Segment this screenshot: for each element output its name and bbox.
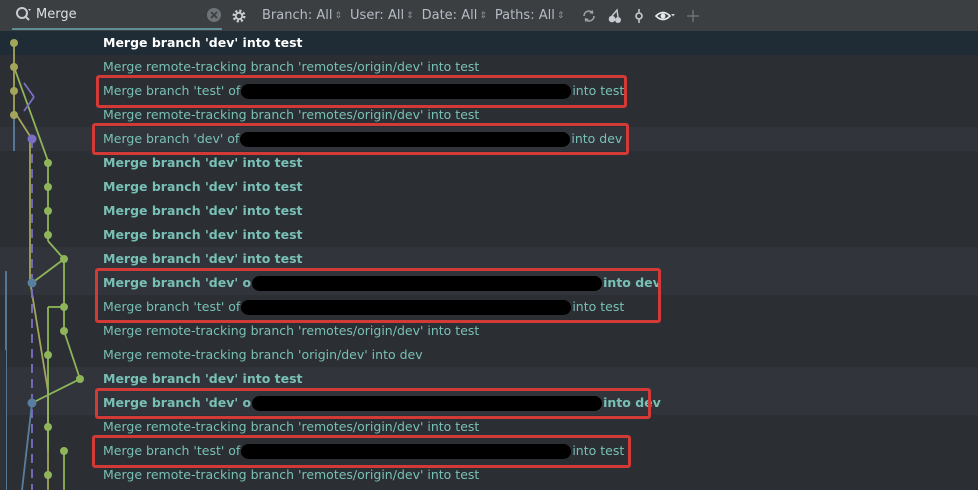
commit-node[interactable] bbox=[44, 159, 52, 167]
commit-message-suffix: into dev bbox=[571, 131, 623, 146]
commit-node[interactable] bbox=[10, 63, 18, 71]
redacted-block bbox=[240, 132, 571, 147]
commit-message: Merge branch 'dev' into test bbox=[103, 203, 303, 218]
commit-node[interactable] bbox=[60, 255, 68, 263]
eye-icon[interactable] bbox=[654, 7, 676, 25]
commit-message: Merge branch 'dev' o bbox=[103, 275, 252, 290]
commit-message: Merge branch 'dev' into test bbox=[103, 35, 303, 50]
commit-row[interactable]: Merge branch 'dev' into test bbox=[0, 367, 978, 391]
commit-row[interactable]: Merge branch 'dev' into test bbox=[0, 199, 978, 223]
commit-node[interactable] bbox=[27, 134, 37, 144]
commit-row[interactable]: Merge remote-tracking branch 'origin/dev… bbox=[0, 343, 978, 367]
commit-message: Merge branch 'dev' into test bbox=[103, 179, 303, 194]
commit-message: Merge branch 'dev' of bbox=[103, 131, 240, 146]
commit-message: Merge branch 'dev' into test bbox=[103, 227, 303, 242]
sort-arrows-icon: ⇕ bbox=[406, 10, 414, 21]
commit-message: Merge branch 'dev' into test bbox=[103, 155, 303, 170]
commit-node[interactable] bbox=[44, 471, 52, 479]
sort-arrows-icon: ⇕ bbox=[479, 10, 487, 21]
commit-message-suffix: into test bbox=[572, 83, 625, 98]
commit-row[interactable]: Merge branch 'dev' into test bbox=[0, 175, 978, 199]
plus-icon[interactable] bbox=[684, 7, 702, 25]
sort-arrows-icon: ⇕ bbox=[556, 10, 565, 21]
redacted-block bbox=[241, 84, 572, 99]
commit-row[interactable]: Merge remote-tracking branch 'remotes/or… bbox=[0, 319, 978, 343]
commit-row[interactable]: Merge branch 'test' of into test bbox=[0, 295, 978, 319]
commit-node[interactable] bbox=[44, 231, 52, 239]
commit-row[interactable]: Merge branch 'dev' of into dev bbox=[0, 127, 978, 151]
filter-branch[interactable]: Branch: All ⇕ bbox=[262, 8, 342, 23]
commit-message: Merge remote-tracking branch 'remotes/or… bbox=[103, 59, 480, 74]
commit-row[interactable]: Merge remote-tracking branch 'remotes/or… bbox=[0, 463, 978, 487]
commit-message: Merge remote-tracking branch 'remotes/or… bbox=[103, 419, 480, 434]
commit-message: Merge branch 'test' of bbox=[103, 443, 241, 458]
commit-row[interactable]: Merge branch 'dev' into test bbox=[0, 223, 978, 247]
commit-node[interactable] bbox=[60, 327, 68, 335]
commit-message: Merge remote-tracking branch 'origin/dev… bbox=[103, 347, 423, 362]
commit-row[interactable]: Merge branch 'dev' into test bbox=[0, 247, 978, 271]
filter-date[interactable]: Date: All ⇕ bbox=[422, 8, 487, 23]
commit-row[interactable]: Merge branch 'dev' into test bbox=[0, 151, 978, 175]
refresh-icon[interactable] bbox=[580, 7, 598, 25]
commit-message-suffix: into test bbox=[572, 443, 625, 458]
commit-row[interactable]: Merge branch 'test' of into test bbox=[0, 79, 978, 103]
commit-node[interactable] bbox=[10, 111, 18, 119]
commit-node[interactable] bbox=[44, 351, 52, 359]
commit-message: Merge branch 'test' of bbox=[103, 83, 241, 98]
commit-message: Merge branch 'dev' into test bbox=[103, 371, 303, 386]
commit-message-suffix: into dev bbox=[603, 395, 661, 410]
redacted-block bbox=[241, 444, 572, 459]
commit-message-suffix: into test bbox=[572, 299, 625, 314]
redacted-block bbox=[252, 396, 603, 411]
commit-node[interactable] bbox=[44, 207, 52, 215]
graph-edge bbox=[31, 258, 65, 284]
commit-node[interactable] bbox=[10, 87, 18, 95]
commit-message: Merge remote-tracking branch 'remotes/or… bbox=[103, 107, 480, 122]
graph-edge bbox=[13, 66, 49, 162]
redacted-block bbox=[241, 300, 572, 315]
graph-edge bbox=[63, 330, 81, 380]
sort-arrows-icon: ⇕ bbox=[334, 10, 343, 21]
search-box[interactable] bbox=[12, 2, 222, 30]
commit-node[interactable] bbox=[60, 447, 68, 455]
commit-message: Merge remote-tracking branch 'remotes/or… bbox=[103, 467, 480, 482]
commit-row[interactable]: Merge remote-tracking branch 'remotes/or… bbox=[0, 103, 978, 127]
commit-message: Merge branch 'dev' into test bbox=[103, 251, 303, 266]
commit-row[interactable]: Merge remote-tracking branch 'remotes/or… bbox=[0, 55, 978, 79]
commit-node[interactable] bbox=[27, 398, 37, 408]
commit-node[interactable] bbox=[44, 423, 52, 431]
graph-edge bbox=[21, 402, 33, 490]
commit-message-suffix: into dev bbox=[603, 275, 661, 290]
filter-user[interactable]: User: All ⇕ bbox=[350, 8, 414, 23]
commit-message: Merge branch 'dev' o bbox=[103, 395, 252, 410]
cherry-pick-icon[interactable] bbox=[606, 7, 624, 25]
commit-icon[interactable] bbox=[630, 7, 648, 25]
graph-edge bbox=[31, 378, 81, 404]
commit-message: Merge branch 'test' of bbox=[103, 299, 241, 314]
commit-node[interactable] bbox=[60, 303, 68, 311]
clear-icon[interactable] bbox=[206, 7, 222, 23]
commit-row[interactable]: Merge branch 'dev' into test bbox=[0, 31, 978, 55]
filter-paths[interactable]: Paths: All ⇕ bbox=[495, 8, 565, 23]
commit-row[interactable]: Merge branch 'dev' o into dev bbox=[0, 271, 978, 295]
gear-icon[interactable] bbox=[230, 7, 248, 25]
commit-row[interactable]: Merge branch 'dev' o into dev bbox=[0, 391, 978, 415]
search-icon[interactable] bbox=[14, 5, 34, 25]
left-gutter bbox=[0, 350, 6, 490]
log-toolbar: Branch: All⇕ User: All⇕ Date: All⇕ Paths… bbox=[0, 0, 978, 32]
graph-edge bbox=[23, 82, 35, 98]
commit-node[interactable] bbox=[76, 375, 84, 383]
commit-row[interactable]: Merge remote-tracking branch 'remotes/or… bbox=[0, 415, 978, 439]
commit-message: Merge remote-tracking branch 'remotes/or… bbox=[103, 323, 480, 338]
redacted-block bbox=[252, 276, 603, 291]
commit-list: Merge branch 'dev' into test Merge remote… bbox=[0, 31, 978, 487]
commit-node[interactable] bbox=[10, 39, 18, 47]
commit-row[interactable]: Merge branch 'test' of into test bbox=[0, 439, 978, 463]
commit-graph bbox=[5, 39, 84, 490]
search-input[interactable] bbox=[34, 3, 196, 26]
commit-node[interactable] bbox=[44, 183, 52, 191]
commit-node[interactable] bbox=[27, 278, 37, 288]
